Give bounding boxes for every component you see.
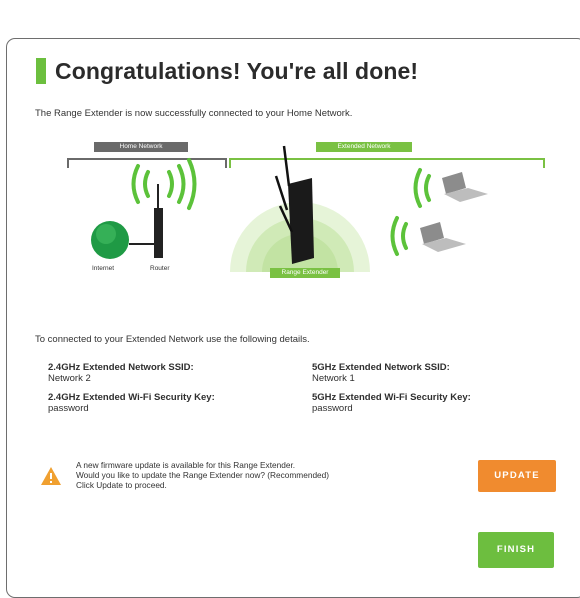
home-network-label: Home Network xyxy=(94,142,188,152)
ssid-5ghz-label: 5GHz Extended Network SSID: xyxy=(312,362,450,373)
ssid-5ghz-value: Network 1 xyxy=(312,373,355,384)
internet-label: Internet xyxy=(92,265,115,272)
laptop-wifi-icon-1 xyxy=(413,168,431,208)
update-button[interactable]: UPDATE xyxy=(478,460,556,492)
success-message: The Range Extender is now successfully c… xyxy=(35,108,353,119)
firmware-notice-text: A new firmware update is available for t… xyxy=(76,460,329,490)
range-extender-label: Range Extender xyxy=(270,268,340,278)
key-5ghz-label: 5GHz Extended Wi-Fi Security Key: xyxy=(312,392,471,403)
warning-icon xyxy=(41,467,61,485)
page-title-row: Congratulations! You're all done! xyxy=(36,58,418,84)
router-wifi-icon xyxy=(131,158,197,210)
ssid-24ghz: 2.4GHz Extended Network SSID: Network 2 xyxy=(48,362,194,384)
laptop-icon-1 xyxy=(442,172,488,202)
page-title: Congratulations! You're all done! xyxy=(55,57,419,84)
firmware-notice-line-1: A new firmware update is available for t… xyxy=(76,460,296,470)
key-24ghz-value: password xyxy=(48,403,89,414)
key-5ghz: 5GHz Extended Wi-Fi Security Key: passwo… xyxy=(312,392,471,414)
laptop-icon-2 xyxy=(420,222,466,252)
dialog-card xyxy=(6,38,580,598)
firmware-notice-line-2: Would you like to update the Range Exten… xyxy=(76,470,330,480)
internet-globe-icon xyxy=(91,221,129,259)
router-label: Router xyxy=(150,265,170,272)
router-icon xyxy=(154,184,163,258)
key-24ghz: 2.4GHz Extended Wi-Fi Security Key: pass… xyxy=(48,392,215,414)
details-intro: To connected to your Extended Network us… xyxy=(35,334,310,345)
ssid-5ghz: 5GHz Extended Network SSID: Network 1 xyxy=(312,362,450,384)
firmware-notice-line-3: Click Update to proceed. xyxy=(76,480,167,490)
ssid-24ghz-value: Network 2 xyxy=(48,373,91,384)
key-5ghz-value: password xyxy=(312,403,353,414)
title-accent-bar xyxy=(36,58,46,84)
network-diagram: Home Network Extended Network Range Exte… xyxy=(30,132,550,292)
finish-button[interactable]: FINISH xyxy=(478,532,554,568)
laptop-wifi-icon-2 xyxy=(390,216,408,256)
extended-network-label: Extended Network xyxy=(316,142,412,152)
ssid-24ghz-label: 2.4GHz Extended Network SSID: xyxy=(48,362,194,373)
key-24ghz-label: 2.4GHz Extended Wi-Fi Security Key: xyxy=(48,392,215,403)
